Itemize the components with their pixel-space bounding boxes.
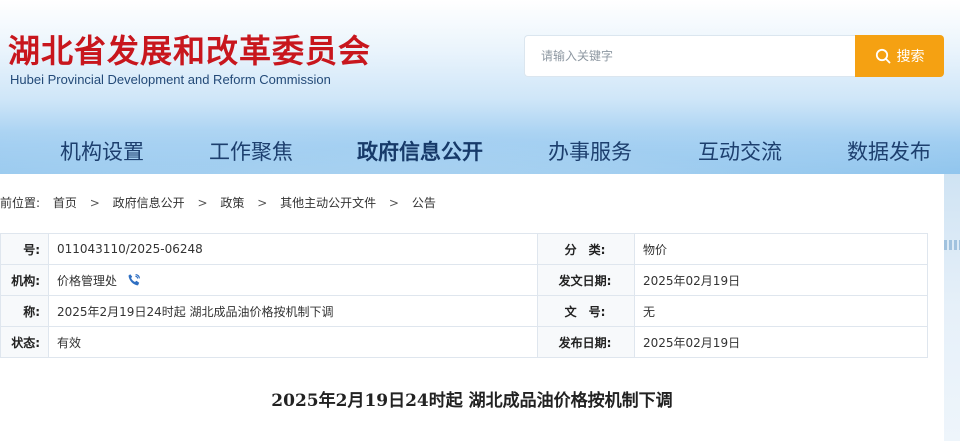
document-info-table: 号: 011043110/2025-06248 分 类: 物价 机构: 价格管理…	[0, 233, 928, 358]
category-value: 物价	[634, 233, 928, 265]
issuing-org-label: 机构:	[0, 264, 49, 296]
issue-date-label: 发文日期:	[537, 264, 635, 296]
doc-name-value: 2025年2月19日24时起 湖北成品油价格按机制下调	[48, 295, 538, 327]
doc-number-label: 文 号:	[537, 295, 635, 327]
breadcrumb-separator: >	[197, 196, 208, 210]
doc-name-label: 称:	[0, 295, 49, 327]
category-label: 分 类:	[537, 233, 635, 265]
table-row: 机构: 价格管理处 发文日期: 2025年02月19日	[0, 264, 928, 296]
table-row: 称: 2025年2月19日24时起 湖北成品油价格按机制下调 文 号: 无	[0, 295, 928, 327]
doc-number-value: 无	[634, 295, 928, 327]
index-number-label: 号:	[0, 233, 49, 265]
search-input[interactable]	[524, 35, 856, 77]
site-logo-english[interactable]: Hubei Provincial Development and Reform …	[10, 72, 331, 87]
nav-item-interaction[interactable]: 互动交流	[698, 136, 782, 166]
breadcrumb-gov-info[interactable]: 政府信息公开	[113, 194, 185, 211]
issue-date-value: 2025年02月19日	[634, 264, 928, 296]
nav-item-services[interactable]: 办事服务	[548, 136, 632, 166]
article-title: 2025年2月19日24时起 湖北成品油价格按机制下调	[271, 391, 673, 411]
main-nav: 机构设置 工作聚焦 政府信息公开 办事服务 互动交流 数据发布	[0, 130, 960, 174]
nav-item-data-release[interactable]: 数据发布	[847, 136, 931, 166]
table-row: 状态: 有效 发布日期: 2025年02月19日	[0, 326, 928, 358]
breadcrumb-separator: >	[388, 196, 399, 210]
breadcrumb-separator: >	[89, 196, 100, 210]
search-button-label: 搜索	[896, 49, 925, 65]
side-background-strip	[944, 174, 960, 441]
main-content: 前位置: 首页 > 政府信息公开 > 政策 > 其他主动公开文件 > 公告 号:…	[0, 174, 944, 441]
side-decoration	[944, 240, 960, 250]
site-header: 湖北省发展和改革委员会 Hubei Provincial Development…	[0, 0, 960, 180]
index-number-value: 011043110/2025-06248	[48, 233, 538, 265]
nav-item-work-focus[interactable]: 工作聚焦	[209, 136, 293, 166]
breadcrumb: 前位置: 首页 > 政府信息公开 > 政策 > 其他主动公开文件 > 公告	[0, 194, 436, 211]
breadcrumb-policy[interactable]: 政策	[220, 194, 244, 211]
validity-status-label: 状态:	[0, 326, 49, 358]
breadcrumb-other-files[interactable]: 其他主动公开文件	[280, 194, 376, 211]
nav-item-gov-info-disclosure[interactable]: 政府信息公开	[357, 136, 483, 166]
validity-status-value: 有效	[48, 326, 538, 358]
publish-date-label: 发布日期:	[537, 326, 635, 358]
search-icon	[875, 48, 890, 64]
nav-item-institutions[interactable]: 机构设置	[60, 136, 144, 166]
phone-icon[interactable]	[127, 273, 141, 287]
breadcrumb-notice[interactable]: 公告	[412, 194, 436, 211]
issuing-org-value: 价格管理处	[57, 273, 118, 288]
table-row: 号: 011043110/2025-06248 分 类: 物价	[0, 233, 928, 265]
publish-date-value: 2025年02月19日	[634, 326, 928, 358]
search-button[interactable]: 搜索	[855, 35, 944, 77]
breadcrumb-home[interactable]: 首页	[53, 194, 77, 211]
site-logo-chinese[interactable]: 湖北省发展和改革委员会	[8, 26, 371, 72]
issuing-org-cell: 价格管理处	[48, 264, 538, 296]
breadcrumb-prefix: 前位置:	[0, 196, 41, 210]
breadcrumb-separator: >	[257, 196, 268, 210]
